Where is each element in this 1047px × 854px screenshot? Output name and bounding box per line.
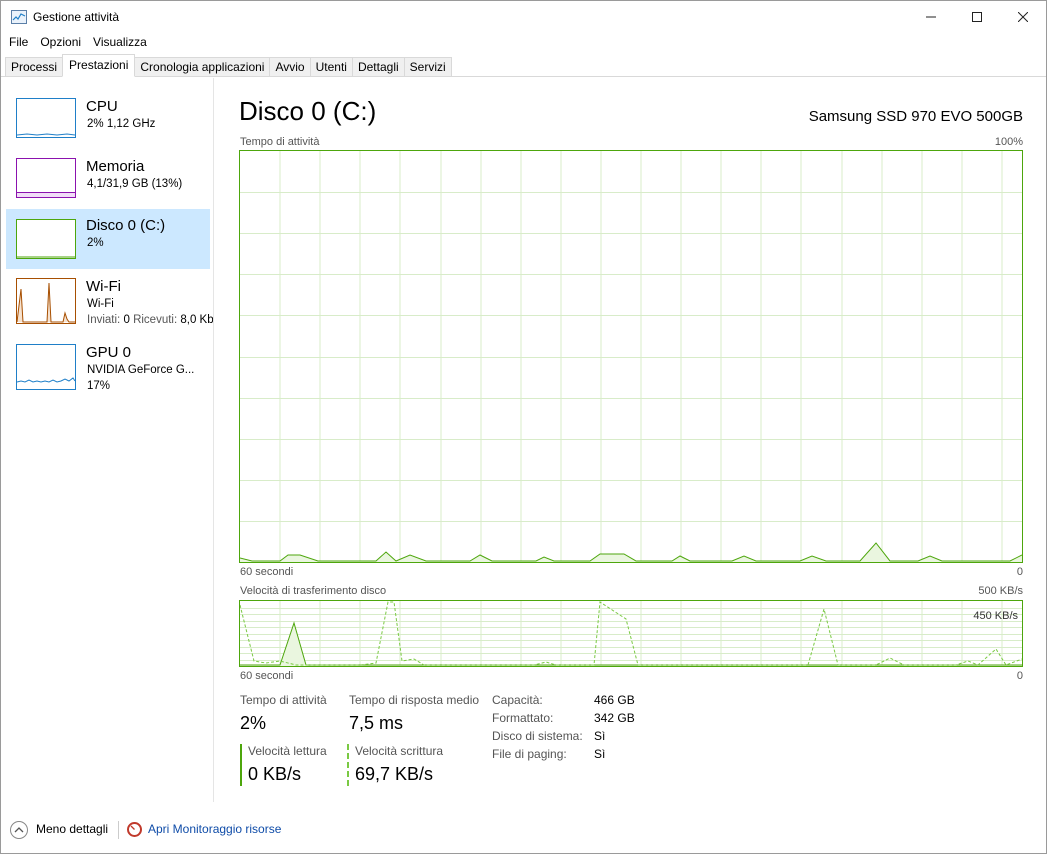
activity-graph-label: Tempo di attività <box>240 136 320 148</box>
read-speed-value: 0 KB/s <box>248 764 302 784</box>
active-time-label: Tempo di attività <box>240 693 327 707</box>
page-title: Disco 0 (C:) <box>239 96 377 126</box>
activity-graph <box>239 150 1023 563</box>
paging-file-value: Sì <box>594 747 606 761</box>
resource-subdetail: 17% <box>87 380 111 392</box>
resource-detail: 2% <box>87 237 104 249</box>
transfer-graph: 450 KB/s <box>239 600 1023 667</box>
resource-subdetail: Inviati: 0 Ricevuti: 8,0 Kb <box>87 314 213 326</box>
tab-startup[interactable]: Avvio <box>269 57 311 77</box>
capacity-label: Capacità: <box>492 693 543 707</box>
activity-graph-time: 60 secondi <box>240 566 294 578</box>
write-speed-indicator <box>347 744 349 786</box>
open-resource-monitor-link[interactable]: Apri Monitoraggio risorse <box>148 822 281 836</box>
transfer-graph-max: 500 KB/s <box>978 585 1023 597</box>
write-speed-label: Velocità scrittura <box>355 744 444 758</box>
window-title: Gestione attività <box>33 9 120 24</box>
tab-details[interactable]: Dettagli <box>351 57 405 77</box>
read-speed-label: Velocità lettura <box>248 744 327 758</box>
transfer-graph-time: 60 secondi <box>240 670 294 682</box>
minimize-button[interactable] <box>908 1 954 32</box>
formatted-label: Formattato: <box>492 711 554 725</box>
menu-view[interactable]: Visualizza <box>87 32 153 52</box>
memory-mini-graph <box>16 158 76 198</box>
resource-item-wifi[interactable]: Wi-Fi Wi-Fi Inviati: 0 Ricevuti: 8,0 Kb <box>6 278 213 338</box>
resource-name: Disco 0 (C:) <box>86 217 166 234</box>
transfer-graph-label: Velocità di trasferimento disco <box>240 585 387 597</box>
response-time-value: 7,5 ms <box>349 713 404 733</box>
transfer-graph-min: 0 <box>1016 670 1023 682</box>
system-disk-value: Sì <box>594 729 606 743</box>
resource-detail: 4,1/31,9 GB (13%) <box>87 178 183 190</box>
resource-name: Wi-Fi <box>86 278 121 295</box>
read-speed-indicator <box>240 744 242 786</box>
write-speed-value: 69,7 KB/s <box>355 764 434 784</box>
resource-name: Memoria <box>86 158 145 175</box>
menu-bar: File Opzioni Visualizza <box>1 32 153 52</box>
task-manager-app-icon <box>11 9 27 24</box>
title-bar[interactable]: Gestione attività <box>1 1 1046 32</box>
resource-monitor-icon <box>127 822 142 837</box>
footer-separator <box>118 821 119 839</box>
gpu-mini-graph <box>16 344 76 390</box>
maximize-button[interactable] <box>954 1 1000 32</box>
tab-services[interactable]: Servizi <box>403 57 452 77</box>
tab-app-history[interactable]: Cronologia applicazioni <box>134 57 271 77</box>
close-button[interactable] <box>1000 1 1046 32</box>
resource-item-cpu[interactable]: CPU 2% 1,12 GHz <box>6 98 210 158</box>
activity-trace <box>240 542 1022 562</box>
wifi-mini-graph <box>16 278 76 324</box>
task-manager-window: Gestione attività File Opzioni Visualizz… <box>0 0 1047 854</box>
resource-detail: 2% 1,12 GHz <box>87 118 156 130</box>
read-fill <box>240 623 1022 666</box>
minimize-icon <box>926 16 936 17</box>
active-time-value: 2% <box>240 713 267 733</box>
disk-mini-graph <box>16 219 76 259</box>
maximize-icon <box>972 11 982 22</box>
tab-strip: Processi Prestazioni Cronologia applicaz… <box>1 54 1046 77</box>
cpu-mini-graph <box>16 98 76 138</box>
footer: Meno dettagli Apri Monitoraggio risorse <box>1 813 1046 845</box>
tab-users[interactable]: Utenti <box>309 57 353 77</box>
tab-processes[interactable]: Processi <box>5 57 64 77</box>
formatted-value: 342 GB <box>594 711 635 725</box>
menu-options[interactable]: Opzioni <box>34 32 87 52</box>
resource-item-disk0[interactable]: Disco 0 (C:) 2% <box>6 209 210 269</box>
fewer-details-button[interactable]: Meno dettagli <box>36 822 108 836</box>
disk-model: Samsung SSD 970 EVO 500GB <box>808 108 1023 125</box>
chevron-up-icon[interactable] <box>10 821 28 839</box>
system-disk-label: Disco di sistema: <box>492 729 583 743</box>
activity-fill <box>240 543 1022 562</box>
capacity-value: 466 GB <box>594 693 635 707</box>
resource-list: CPU 2% 1,12 GHz Memoria 4,1/31,9 GB (13%… <box>2 78 214 802</box>
close-icon <box>1018 11 1028 22</box>
resource-name: GPU 0 <box>86 344 132 361</box>
write-trace <box>240 601 1022 666</box>
tab-performance[interactable]: Prestazioni <box>62 54 136 77</box>
resource-name: CPU <box>86 98 118 115</box>
resource-item-gpu0[interactable]: GPU 0 NVIDIA GeForce G... 17% <box>6 344 210 404</box>
resource-detail: Wi-Fi <box>87 298 114 310</box>
response-time-label: Tempo di risposta medio <box>349 693 480 707</box>
activity-graph-min: 0 <box>1016 566 1023 578</box>
activity-graph-max: 100% <box>994 136 1023 148</box>
transfer-graph-inner-max: 450 KB/s <box>973 610 1018 622</box>
menu-file[interactable]: File <box>3 32 34 52</box>
read-trace <box>240 621 1022 666</box>
resource-detail: NVIDIA GeForce G... <box>87 364 195 376</box>
paging-file-label: File di paging: <box>492 747 567 761</box>
